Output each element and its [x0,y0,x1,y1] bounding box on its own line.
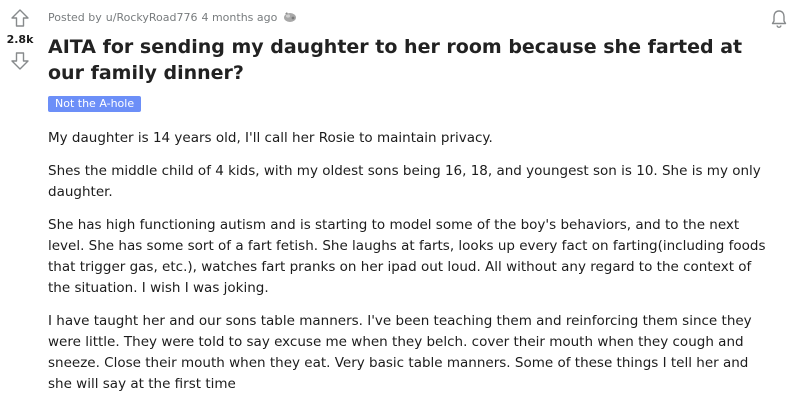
body-paragraph: I have taught her and our sons table man… [48,313,752,392]
award-icon[interactable] [282,11,298,23]
post-title[interactable]: AITA for sending my daughter to her room… [48,34,778,86]
post-content: Posted by u/RockyRoad776 4 months ago AI… [48,0,788,407]
post-flair[interactable]: Not the A-hole [48,96,142,112]
body-paragraph: My daughter is 14 years old, I'll call h… [48,130,493,146]
vote-score: 2.8k [6,33,34,46]
meta-prefix: Posted by [48,10,102,24]
downvote-arrow-icon [11,52,29,70]
notify-button[interactable] [768,8,790,30]
upvote-arrow-icon [11,9,29,27]
post-body: My daughter is 14 years old, I'll call h… [48,128,768,395]
vote-column: 2.8k [0,0,40,73]
body-paragraph: Shes the middle child of 4 kids, with my… [48,163,761,200]
post-author[interactable]: u/RockyRoad776 [106,11,198,24]
post-meta: Posted by u/RockyRoad776 4 months ago [48,10,788,24]
bell-icon [771,10,787,29]
body-paragraph: She has high functioning autism and is s… [48,217,766,296]
post-age[interactable]: 4 months ago [201,11,277,24]
downvote-button[interactable] [8,49,32,73]
upvote-button[interactable] [8,6,32,30]
post-page: 2.8k Posted by u/RockyRoad776 4 months a… [0,0,800,420]
